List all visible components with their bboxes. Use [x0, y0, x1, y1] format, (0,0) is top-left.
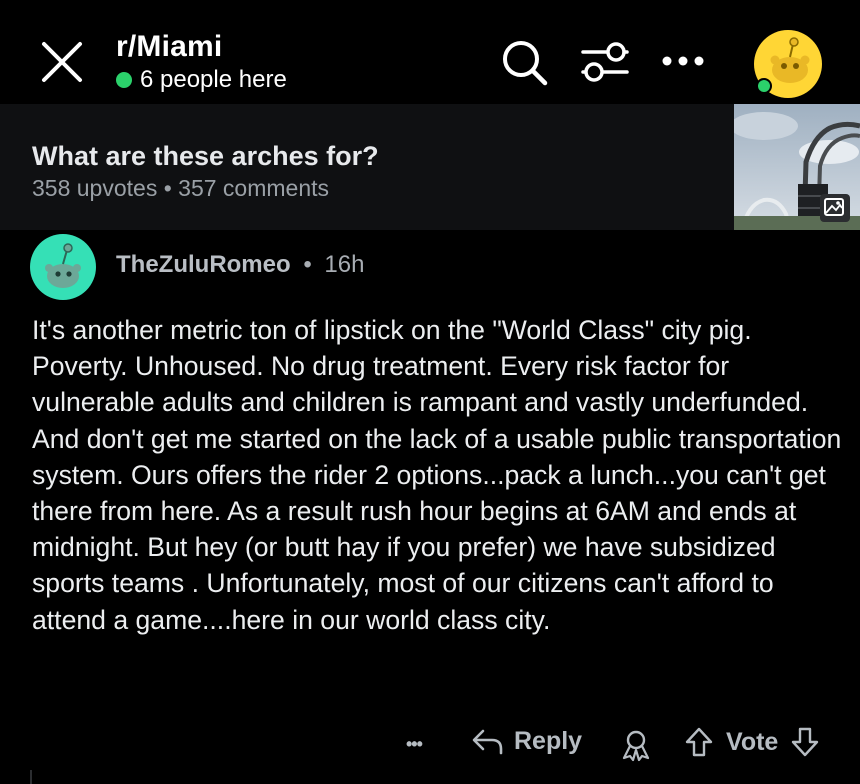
comment-username[interactable]: TheZuluRomeo — [116, 251, 291, 278]
search-button[interactable] — [500, 38, 550, 88]
more-options-button[interactable] — [658, 50, 708, 72]
subreddit-heading[interactable]: r/Miami 6 people here — [116, 30, 287, 94]
award-button[interactable] — [620, 728, 652, 762]
comment-age: 16h — [324, 251, 365, 278]
vote-control: Vote — [684, 726, 820, 758]
reply-icon — [472, 729, 503, 755]
upvote-icon[interactable] — [684, 726, 714, 758]
award-icon — [622, 730, 650, 762]
close-icon — [42, 42, 82, 82]
post-stats: 358 upvotes • 357 comments — [32, 175, 330, 201]
commenter-avatar[interactable] — [30, 234, 96, 300]
meta-separator: • — [303, 251, 312, 278]
filter-icon — [581, 42, 629, 82]
filter-button[interactable] — [579, 40, 631, 84]
vote-label: Vote — [726, 727, 779, 756]
commenter-avatar-image — [30, 234, 96, 300]
search-icon — [503, 41, 548, 86]
comment-body: It's another metric ton of lipstick on t… — [32, 315, 842, 635]
comment-actions: ••• Reply Vote — [0, 726, 860, 766]
comment-more-label: ••• — [406, 734, 423, 754]
reply-label: Reply — [514, 726, 583, 755]
thumbnail-image — [734, 104, 860, 230]
comment-header: TheZuluRomeo • 16h — [116, 250, 364, 280]
close-button[interactable] — [38, 38, 86, 86]
post-title[interactable]: What are these arches for? — [32, 140, 379, 172]
user-avatar-button[interactable] — [752, 28, 824, 100]
comment-more-button[interactable]: ••• — [406, 734, 423, 755]
thread-line — [30, 770, 32, 784]
presence-indicator: 6 people here — [116, 66, 287, 94]
reply-button[interactable]: Reply — [470, 726, 582, 756]
top-bar: r/Miami 6 people here — [0, 0, 860, 104]
subreddit-name: r/Miami — [116, 30, 223, 63]
online-dot — [116, 72, 132, 88]
downvote-icon[interactable] — [790, 726, 820, 758]
more-icon — [662, 56, 704, 66]
post-thumbnail[interactable] — [734, 104, 860, 230]
user-avatar — [754, 30, 822, 98]
presence-text: 6 people here — [140, 66, 287, 93]
